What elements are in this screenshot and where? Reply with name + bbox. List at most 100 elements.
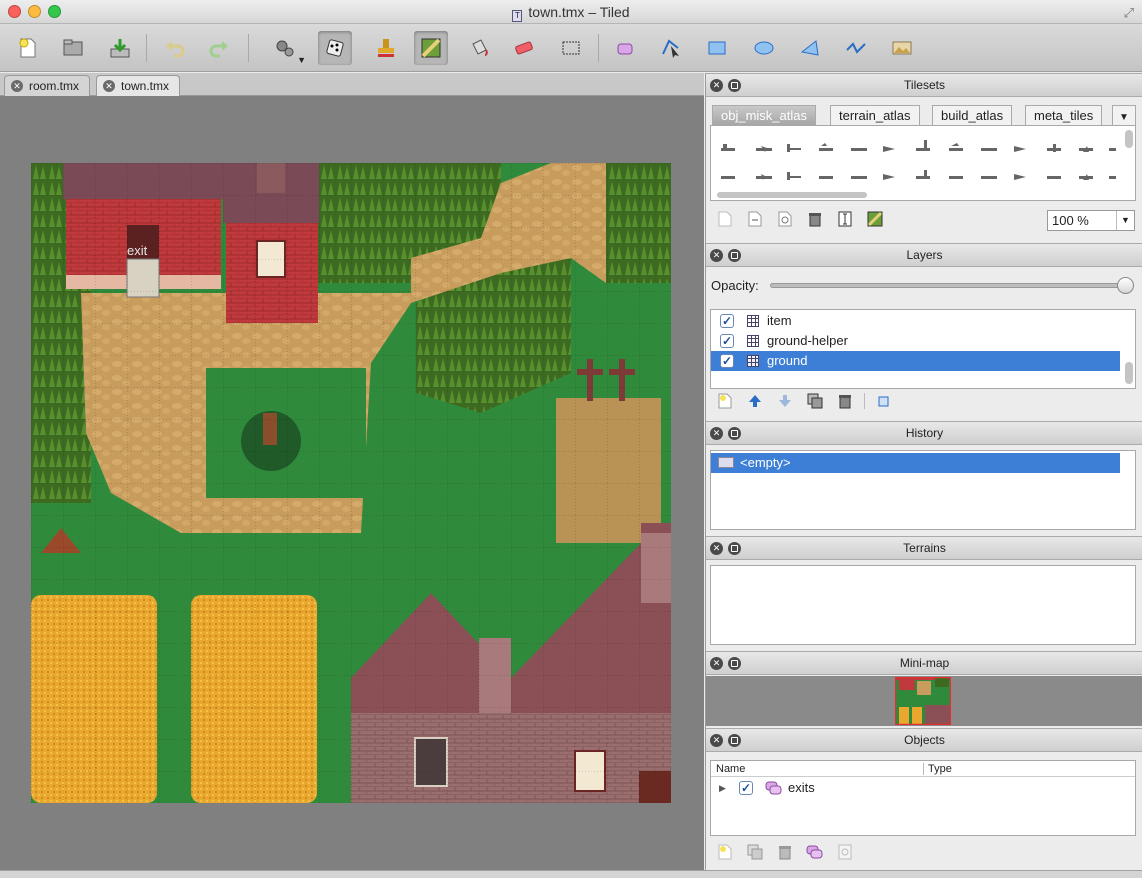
opacity-slider-track[interactable]: [770, 283, 1132, 288]
tileset-vscrollbar[interactable]: [1125, 130, 1133, 148]
objects-select-icon: [617, 43, 633, 55]
layers-scrollbar[interactable]: [1125, 362, 1133, 384]
eraser-button[interactable]: [507, 31, 541, 65]
zoom-value: 100 %: [1052, 213, 1089, 228]
undo-button[interactable]: [158, 31, 192, 65]
float-panel-icon[interactable]: [728, 734, 741, 747]
layer-properties-icon[interactable]: [874, 392, 892, 410]
layer-row-ground[interactable]: ✓ ground: [711, 351, 1120, 371]
close-panel-icon[interactable]: ✕: [710, 657, 723, 670]
insert-polyline-button[interactable]: [839, 31, 873, 65]
layers-list[interactable]: ✓ item ✓ ground-helper ✓ ground: [710, 309, 1136, 389]
new-tileset-icon[interactable]: [716, 210, 734, 228]
open-button[interactable]: [56, 31, 90, 65]
float-panel-icon[interactable]: [728, 249, 741, 262]
remove-objects-icon[interactable]: [776, 843, 794, 861]
random-mode-button[interactable]: ▼: [268, 31, 306, 65]
close-tab-icon[interactable]: ✕: [103, 80, 115, 92]
minimap-view[interactable]: [706, 676, 1142, 726]
map-view[interactable]: exit: [31, 163, 671, 803]
dice-button[interactable]: [318, 31, 352, 65]
object-properties-icon[interactable]: [836, 843, 854, 861]
remove-layer-icon[interactable]: [836, 392, 854, 410]
close-panel-icon[interactable]: ✕: [710, 79, 723, 92]
edit-polygon-icon: [662, 39, 679, 58]
tab-room[interactable]: ✕ room.tmx: [4, 75, 91, 96]
object-group-visible-checkbox[interactable]: ✓: [739, 781, 753, 795]
float-panel-icon[interactable]: [728, 427, 741, 440]
add-layer-icon[interactable]: [716, 392, 734, 410]
tileset-hscrollbar[interactable]: [717, 192, 867, 198]
close-panel-icon[interactable]: ✕: [710, 542, 723, 555]
tileset-tab-build-atlas[interactable]: build_atlas: [932, 105, 1013, 125]
objects-table-header: Name Type: [711, 761, 1135, 777]
insert-polygon-button[interactable]: [793, 31, 827, 65]
terrain-brush-button[interactable]: [414, 31, 448, 65]
tab-label: room.tmx: [29, 79, 80, 93]
exit-object-label[interactable]: exit: [127, 243, 148, 258]
bucket-fill-button[interactable]: [462, 31, 496, 65]
close-panel-icon[interactable]: ✕: [710, 427, 723, 440]
expand-arrow-icon[interactable]: ▶: [719, 778, 726, 798]
layer-row-ground-helper[interactable]: ✓ ground-helper: [711, 331, 1120, 351]
tileset-tab-obj-misk-atlas[interactable]: obj_misk_atlas: [712, 105, 816, 125]
add-object-layer-icon[interactable]: [716, 843, 734, 861]
insert-tile-button[interactable]: [885, 31, 919, 65]
history-item[interactable]: <empty>: [711, 453, 1120, 473]
insert-ellipse-button[interactable]: [747, 31, 781, 65]
float-panel-icon[interactable]: [728, 657, 741, 670]
layer-visible-checkbox[interactable]: ✓: [720, 314, 734, 328]
duplicate-objects-icon[interactable]: [746, 843, 764, 861]
tileset-tab-label: terrain_atlas: [839, 108, 911, 123]
object-group-row-exits[interactable]: ▶ ✓ exits: [711, 778, 1120, 798]
close-panel-icon[interactable]: ✕: [710, 249, 723, 262]
move-layer-down-icon[interactable]: [776, 392, 794, 410]
opacity-slider-handle[interactable]: [1117, 277, 1134, 294]
float-panel-icon[interactable]: [728, 542, 741, 555]
layers-panel-header: ✕ Layers: [706, 243, 1142, 267]
duplicate-layer-icon[interactable]: [806, 392, 824, 410]
fullscreen-icon[interactable]: ⤢: [1124, 5, 1134, 21]
tab-town[interactable]: ✕ town.tmx: [96, 75, 181, 96]
column-type-header[interactable]: Type: [928, 761, 952, 777]
move-objects-to-layer-icon[interactable]: [806, 843, 824, 861]
redo-button[interactable]: [202, 31, 236, 65]
layer-visible-checkbox[interactable]: ✓: [720, 334, 734, 348]
tileset-tiles: [721, 140, 1116, 180]
layer-visible-checkbox[interactable]: ✓: [720, 354, 734, 368]
redo-icon: [209, 41, 228, 58]
column-name-header[interactable]: Name: [716, 761, 745, 777]
history-list[interactable]: <empty>: [710, 450, 1136, 530]
edit-terrain-icon[interactable]: [866, 210, 884, 228]
stamp-brush-button[interactable]: [369, 31, 403, 65]
tileset-tab-terrain-atlas[interactable]: terrain_atlas: [830, 105, 920, 125]
layer-name: item: [767, 313, 792, 328]
rect-select-button[interactable]: [554, 31, 588, 65]
edit-polygons-button[interactable]: [654, 31, 688, 65]
tileset-tabs-overflow[interactable]: ▼: [1112, 105, 1136, 125]
objects-tree[interactable]: Name Type ▶ ✓ exits: [710, 760, 1136, 836]
tileset-properties-icon[interactable]: [836, 210, 854, 228]
delete-tileset-icon[interactable]: [806, 210, 824, 228]
move-layer-up-icon[interactable]: [746, 392, 764, 410]
export-tileset-icon[interactable]: [776, 210, 794, 228]
window-title-text: town.tmx – Tiled: [528, 4, 630, 20]
layer-row-item[interactable]: ✓ item: [711, 311, 1120, 331]
save-button[interactable]: [103, 31, 137, 65]
select-objects-button[interactable]: [609, 31, 643, 65]
tileset-zoom-select[interactable]: 100 % ▼: [1047, 210, 1135, 231]
terrains-list[interactable]: [710, 565, 1136, 645]
close-tab-icon[interactable]: ✕: [11, 80, 23, 92]
tileset-view[interactable]: [710, 125, 1136, 201]
minimap-thumbnail[interactable]: [895, 677, 951, 725]
import-tileset-icon[interactable]: [746, 210, 764, 228]
tileset-tab-meta-tiles[interactable]: meta_tiles: [1025, 105, 1103, 125]
bucket-icon: [472, 39, 488, 56]
tile-map[interactable]: exit: [31, 163, 671, 803]
float-panel-icon[interactable]: [728, 79, 741, 92]
new-file-icon: [19, 38, 36, 58]
close-panel-icon[interactable]: ✕: [710, 734, 723, 747]
tab-label: town.tmx: [121, 79, 170, 93]
insert-rectangle-button[interactable]: [700, 31, 734, 65]
new-map-button[interactable]: [11, 31, 45, 65]
